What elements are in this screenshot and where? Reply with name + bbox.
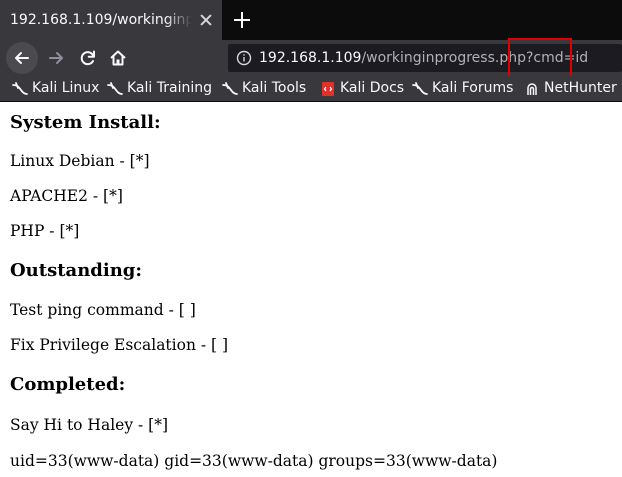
install-item: Linux Debian - [*] bbox=[10, 152, 150, 170]
kali-dragon-icon bbox=[222, 82, 238, 95]
install-item: PHP - [*] bbox=[10, 222, 80, 240]
bookmark-label: NetHunter bbox=[544, 80, 617, 96]
bookmark-label: Kali Tools bbox=[242, 80, 307, 96]
kali-docs-icon bbox=[322, 82, 334, 96]
bookmark-label: Kali Forums bbox=[432, 80, 514, 96]
bookmark-label: Kali Docs bbox=[340, 80, 405, 96]
heading-outstanding: Outstanding: bbox=[10, 260, 143, 281]
back-button[interactable] bbox=[6, 42, 38, 74]
reload-button[interactable] bbox=[72, 42, 104, 74]
arrow-left-icon bbox=[15, 52, 29, 64]
arrow-right-icon bbox=[49, 52, 63, 64]
active-tab[interactable]: 192.168.1.109/workinginprogress.php?cmd=… bbox=[0, 0, 222, 40]
outstanding-item: Fix Privilege Escalation - [ ] bbox=[10, 336, 229, 354]
info-icon[interactable] bbox=[236, 50, 252, 66]
url-host: 192.168.1.109 bbox=[259, 50, 362, 66]
new-tab-icon[interactable] bbox=[232, 10, 252, 30]
heading-system-install: System Install: bbox=[10, 112, 161, 133]
bookmarks-toolbar: Kali Linux Kali Training Kali Tools Kali… bbox=[0, 76, 622, 102]
tab-title: 192.168.1.109/workinginprogress.php?cmd=… bbox=[10, 12, 192, 28]
kali-dragon-icon bbox=[107, 82, 123, 95]
home-button[interactable] bbox=[102, 42, 134, 74]
outstanding-item: Test ping command - [ ] bbox=[10, 301, 196, 319]
heading-completed: Completed: bbox=[10, 374, 126, 395]
reload-icon bbox=[80, 50, 95, 66]
page-content: System Install: Linux Debian - [*] APACH… bbox=[0, 103, 622, 477]
kali-dragon-icon bbox=[412, 82, 428, 95]
highlight-annotation bbox=[508, 38, 572, 79]
bookmark-label: Kali Linux bbox=[32, 80, 100, 96]
completed-item: Say Hi to Haley - [*] bbox=[10, 416, 169, 434]
kali-dragon-icon bbox=[12, 82, 28, 95]
bookmark-label: Kali Training bbox=[127, 80, 212, 96]
tab-strip: 192.168.1.109/workinginprogress.php?cmd=… bbox=[0, 0, 622, 40]
install-item: APACHE2 - [*] bbox=[10, 187, 123, 205]
close-icon[interactable] bbox=[198, 12, 214, 28]
forward-button[interactable] bbox=[40, 42, 72, 74]
command-output: uid=33(www-data) gid=33(www-data) groups… bbox=[10, 452, 498, 470]
nethunter-icon bbox=[527, 83, 537, 95]
home-icon bbox=[110, 50, 126, 66]
